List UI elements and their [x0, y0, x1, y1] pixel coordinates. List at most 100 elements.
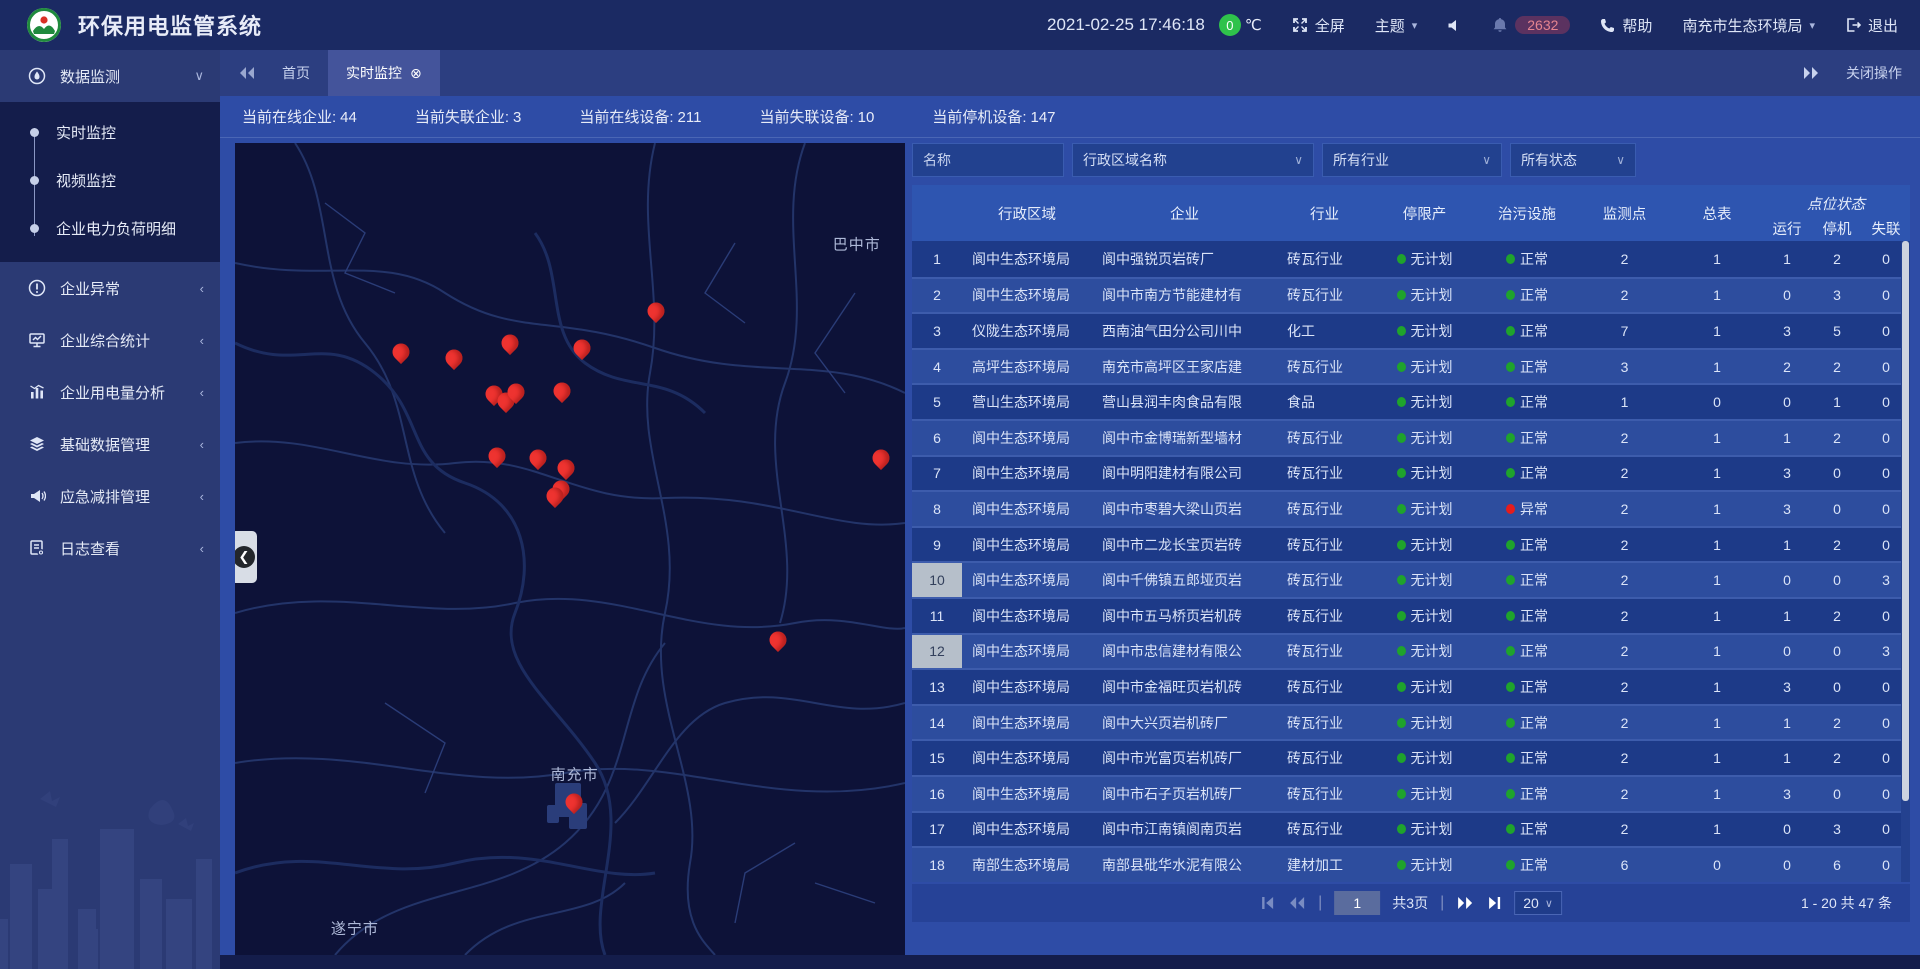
cell-points: 3	[1577, 350, 1672, 384]
row-index: 15	[912, 741, 962, 775]
app-logo-icon	[26, 7, 62, 43]
table-row[interactable]: 6阆中生态环境局阆中市金博瑞新型墙材砖瓦行业无计划正常21120	[912, 419, 1910, 455]
name-filter-input[interactable]	[923, 152, 1053, 168]
table-row[interactable]: 4高坪生态环境局南充市高坪区王家店建砖瓦行业无计划正常31220	[912, 348, 1910, 384]
tab-home[interactable]: 首页	[264, 50, 328, 96]
cell-company: 营山县润丰肉食品有限	[1092, 385, 1277, 419]
name-filter-field[interactable]	[912, 143, 1064, 177]
table-row[interactable]: 13阆中生态环境局阆中市金福旺页岩机砖砖瓦行业无计划正常21300	[912, 668, 1910, 704]
cell-limit: 无计划	[1372, 670, 1477, 704]
next-page-button[interactable]	[1456, 896, 1474, 910]
table-row[interactable]: 7阆中生态环境局阆中明阳建材有限公司砖瓦行业无计划正常21300	[912, 455, 1910, 491]
table-row[interactable]: 18南部生态环境局南部县砒华水泥有限公建材加工无计划正常60060	[912, 846, 1910, 882]
sidebar-item-1[interactable]: 企业异常‹	[0, 262, 220, 314]
range-total-label: 1 - 20 共 47 条	[1801, 893, 1892, 913]
cell-industry: 砖瓦行业	[1277, 635, 1372, 669]
table-row[interactable]: 11阆中生态环境局阆中市五马桥页岩机砖砖瓦行业无计划正常21120	[912, 597, 1910, 633]
org-dropdown[interactable]: 南充市生态环境局▾	[1682, 15, 1815, 36]
cell-meters: 1	[1672, 706, 1762, 740]
cell-points: 2	[1577, 563, 1672, 597]
map-panel[interactable]: 巴中市南充市遂宁市 ❮	[235, 143, 905, 955]
last-page-button[interactable]	[1486, 896, 1502, 910]
cell-meters: 1	[1672, 528, 1762, 562]
sidebar-item-2[interactable]: 企业综合统计‹	[0, 314, 220, 366]
cell-run: 0	[1762, 563, 1812, 597]
industry-filter-select[interactable]: 所有行业∨	[1322, 143, 1502, 177]
sidebar-subitem-0[interactable]: 实时监控	[0, 108, 220, 156]
table-row[interactable]: 3仪陇生态环境局西南油气田分公司川中化工无计划正常71350	[912, 312, 1910, 348]
cell-region: 阆中生态环境局	[962, 241, 1092, 277]
status-filter-select[interactable]: 所有状态∨	[1510, 143, 1636, 177]
map-collapse-toggle[interactable]: ❮	[235, 531, 257, 583]
cell-industry: 砖瓦行业	[1277, 670, 1372, 704]
cell-limit: 无计划	[1372, 741, 1477, 775]
double-chevron-right-icon[interactable]	[1802, 66, 1820, 80]
status-dot-icon	[1506, 540, 1515, 550]
page-number-input[interactable]: 1	[1334, 891, 1380, 915]
help-button[interactable]: 帮助	[1600, 15, 1652, 36]
table-row[interactable]: 5营山生态环境局营山县润丰肉食品有限食品无计划正常10010	[912, 383, 1910, 419]
table-row[interactable]: 10阆中生态环境局阆中千佛镇五郎垭页岩砖瓦行业无计划正常21003	[912, 561, 1910, 597]
tab-close-icon[interactable]: ⊗	[410, 65, 422, 82]
close-operations-button[interactable]: 关闭操作	[1846, 63, 1902, 83]
pagination-bar: | 1 共3页 | 20∨ 1 - 20 共 47 条	[912, 884, 1910, 922]
sidebar-item-5[interactable]: 应急减排管理‹	[0, 470, 220, 522]
page-size-select[interactable]: 20∨	[1514, 891, 1562, 915]
row-index: 6	[912, 421, 962, 455]
megaphone-icon	[28, 487, 46, 505]
prev-page-button[interactable]	[1288, 896, 1306, 910]
row-index: 18	[912, 848, 962, 882]
sidebar-item-0[interactable]: 数据监测∨	[0, 50, 220, 102]
cell-industry: 砖瓦行业	[1277, 457, 1372, 491]
table-row[interactable]: 16阆中生态环境局阆中市石子页岩机砖厂砖瓦行业无计划正常21300	[912, 775, 1910, 811]
cell-company: 阆中市江南镇阆南页岩	[1092, 813, 1277, 847]
cell-company: 阆中市光富页岩机砖厂	[1092, 741, 1277, 775]
table-row[interactable]: 15阆中生态环境局阆中市光富页岩机砖厂砖瓦行业无计划正常21120	[912, 739, 1910, 775]
sidebar-item-4[interactable]: 基础数据管理‹	[0, 418, 220, 470]
cell-run: 1	[1762, 241, 1812, 277]
header-region: 行政区域	[962, 185, 1092, 241]
first-page-button[interactable]	[1260, 896, 1276, 910]
header-index	[912, 185, 962, 241]
fullscreen-icon	[1292, 17, 1308, 33]
chevron-down-icon: ∨	[1482, 153, 1491, 167]
cell-points: 1	[1577, 385, 1672, 419]
table-row[interactable]: 17阆中生态环境局阆中市江南镇阆南页岩砖瓦行业无计划正常21030	[912, 811, 1910, 847]
cell-stop: 0	[1812, 777, 1862, 811]
row-index: 10	[912, 563, 962, 597]
header-run: 运行	[1762, 215, 1812, 241]
theme-dropdown[interactable]: 主题▾	[1375, 15, 1418, 36]
mute-button[interactable]	[1447, 18, 1462, 33]
cell-limit: 无计划	[1372, 241, 1477, 277]
logout-button[interactable]: 退出	[1845, 15, 1898, 36]
sidebar-item-3[interactable]: 企业用电量分析‹	[0, 366, 220, 418]
cell-company: 阆中市五马桥页岩机砖	[1092, 599, 1277, 633]
table-row[interactable]: 8阆中生态环境局阆中市枣碧大梁山页岩砖瓦行业无计划异常21300	[912, 490, 1910, 526]
tab-realtime-monitor[interactable]: 实时监控 ⊗	[328, 50, 440, 96]
fullscreen-button[interactable]: 全屏	[1292, 15, 1345, 36]
status-dot-icon	[1397, 753, 1406, 763]
status-dot-icon	[1506, 468, 1515, 478]
table-row[interactable]: 12阆中生态环境局阆中市忠信建材有限公砖瓦行业无计划正常21003	[912, 633, 1910, 669]
tab-scroll-left-button[interactable]	[238, 66, 264, 80]
cell-facility: 正常	[1477, 706, 1577, 740]
notifications-button[interactable]: 2632	[1492, 16, 1570, 34]
status-dot-icon	[1397, 611, 1406, 621]
cell-industry: 砖瓦行业	[1277, 492, 1372, 526]
row-index: 12	[912, 635, 962, 669]
table-row[interactable]: 14阆中生态环境局阆中大兴页岩机砖厂砖瓦行业无计划正常21120	[912, 704, 1910, 740]
cell-industry: 砖瓦行业	[1277, 563, 1372, 597]
region-filter-select[interactable]: 行政区域名称∨	[1072, 143, 1314, 177]
total-pages-label: 共3页	[1392, 893, 1428, 913]
cell-region: 阆中生态环境局	[962, 670, 1092, 704]
scrollbar-thumb[interactable]	[1902, 241, 1909, 801]
table-row[interactable]: 2阆中生态环境局阆中市南方节能建材有砖瓦行业无计划正常21030	[912, 277, 1910, 313]
cell-region: 仪陇生态环境局	[962, 314, 1092, 348]
cell-facility: 正常	[1477, 599, 1577, 633]
sidebar-subitem-2[interactable]: 企业电力负荷明细	[0, 204, 220, 252]
sidebar-subitem-1[interactable]: 视频监控	[0, 156, 220, 204]
table-row[interactable]: 9阆中生态环境局阆中市二龙长宝页岩砖砖瓦行业无计划正常21120	[912, 526, 1910, 562]
stat-item-3: 当前失联设备:10	[759, 106, 874, 127]
sidebar-item-6[interactable]: 日志查看‹	[0, 522, 220, 574]
table-row[interactable]: 1阆中生态环境局阆中强锐页岩砖厂砖瓦行业无计划正常21120	[912, 241, 1910, 277]
